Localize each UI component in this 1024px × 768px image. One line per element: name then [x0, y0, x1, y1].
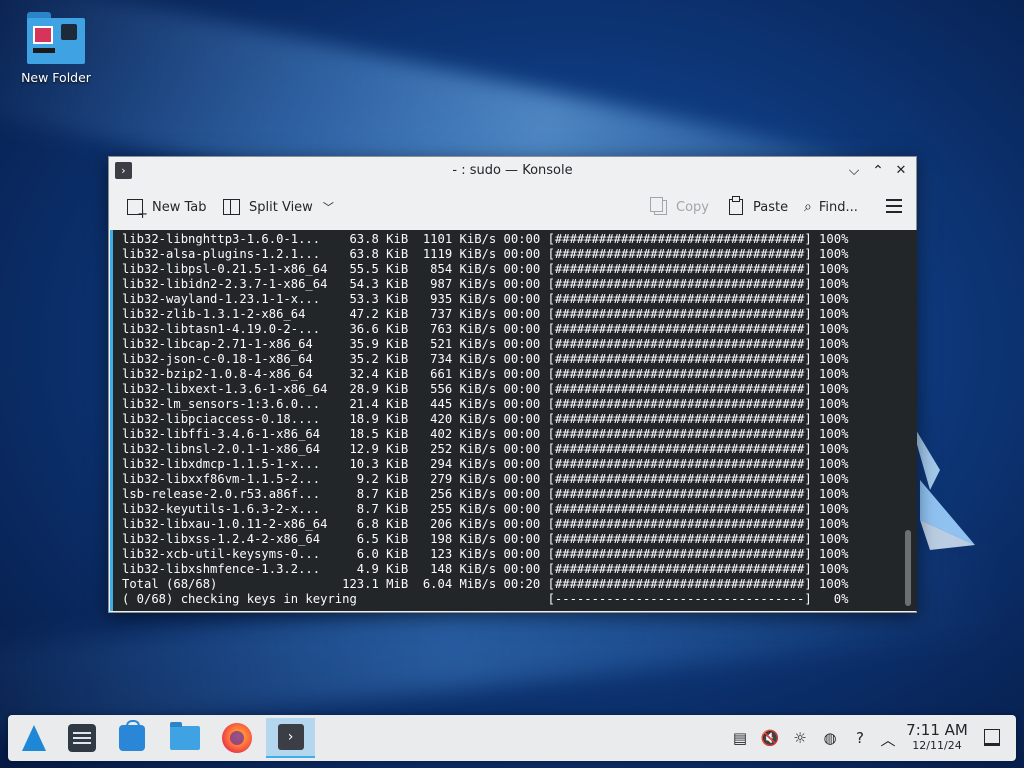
volume-muted-icon[interactable]: 🔇	[760, 729, 780, 747]
split-view-button[interactable]: Split View ﹀	[223, 197, 334, 217]
terminal-line: lib32-libidn2-2.3.7-1-x86_64 54.3 KiB 98…	[122, 277, 849, 291]
terminal-line: lib32-libxxf86vm-1.1.5-2... 9.2 KiB 279 …	[122, 472, 849, 486]
terminal-scrollbar[interactable]	[905, 530, 911, 606]
desktop-icon-label: New Folder	[21, 70, 91, 85]
terminal-line: Total (68/68) 123.1 MiB 6.04 MiB/s 00:20…	[122, 577, 849, 591]
new-tab-label: New Tab	[152, 199, 207, 215]
window-titlebar[interactable]: › - : sudo — Konsole ⌵ ⌃ ✕	[109, 157, 916, 185]
terminal-line: lib32-xcb-util-keysyms-0... 6.0 KiB 123 …	[122, 547, 849, 561]
konsole-window: › - : sudo — Konsole ⌵ ⌃ ✕ New Tab Split…	[108, 156, 917, 613]
terminal-line: lib32-libxext-1.3.6-1-x86_64 28.9 KiB 55…	[122, 382, 849, 396]
find-button[interactable]: ⌕ Find...	[804, 197, 858, 217]
terminal-line: lib32-libcap-2.71-1-x86_64 35.9 KiB 521 …	[122, 337, 849, 351]
taskbar-firefox[interactable]	[214, 718, 260, 758]
find-label: Find...	[818, 199, 858, 215]
taskbar-konsole[interactable]: ›	[266, 718, 315, 758]
window-title: - : sudo — Konsole	[452, 163, 573, 178]
minimize-button[interactable]: ⌵	[844, 161, 864, 181]
folder-icon	[27, 12, 85, 66]
taskbar-system-settings[interactable]	[59, 718, 105, 758]
terminal-line: lib32-libnghttp3-1.6.0-1... 63.8 KiB 110…	[122, 232, 849, 246]
terminal-line: lib32-libtasn1-4.19.0-2-... 36.6 KiB 763…	[122, 322, 849, 336]
terminal-line: lib32-keyutils-1.6.3-2-x... 8.7 KiB 255 …	[122, 502, 849, 516]
search-icon: ⌕	[804, 199, 812, 215]
terminal-line: lib32-json-c-0.18-1-x86_64 35.2 KiB 734 …	[122, 352, 849, 366]
copy-button[interactable]: Copy	[650, 196, 709, 217]
maximize-button[interactable]: ⌃	[868, 161, 888, 181]
show-desktop-icon[interactable]	[984, 729, 1000, 746]
taskbar-discover[interactable]	[109, 718, 155, 758]
discover-store-icon	[119, 720, 145, 751]
help-icon[interactable]: ?	[850, 729, 870, 747]
copy-icon	[650, 196, 667, 215]
network-icon[interactable]: ◍	[820, 729, 840, 747]
terminal-line: lib32-wayland-1.23.1-1-x... 53.3 KiB 935…	[122, 292, 849, 306]
clock-date: 12/11/24	[912, 739, 962, 752]
terminal-line: lib32-alsa-plugins-1.2.1... 63.8 KiB 111…	[122, 247, 849, 261]
terminal-line: lib32-libnsl-2.0.1-1-x86_64 12.9 KiB 252…	[122, 442, 849, 456]
terminal-line: lib32-libxss-1.2.4-2-x86_64 6.5 KiB 198 …	[122, 532, 849, 546]
terminal-line: lsb-release-2.0.r53.a86f... 8.7 KiB 256 …	[122, 487, 849, 501]
brightness-icon[interactable]: ☼	[790, 729, 810, 747]
terminal-line: lib32-libffi-3.4.6-1-x86_64 18.5 KiB 402…	[122, 427, 849, 441]
firefox-icon	[222, 723, 252, 753]
konsole-toolbar: New Tab Split View ﹀ Copy Paste ⌕ Find..…	[109, 185, 916, 229]
terminal-line: lib32-libxau-1.0.11-2-x86_64 6.8 KiB 206…	[122, 517, 849, 531]
application-launcher[interactable]	[11, 718, 57, 758]
terminal-line: lib32-libxdmcp-1.1.5-1-x... 10.3 KiB 294…	[122, 457, 849, 471]
terminal-line: lib32-libpsl-0.21.5-1-x86_64 55.5 KiB 85…	[122, 262, 849, 276]
clock-time: 7:11 AM	[906, 721, 968, 739]
terminal-line: lib32-lm_sensors-1:3.6.0... 21.4 KiB 445…	[122, 397, 849, 411]
copy-label: Copy	[676, 199, 709, 215]
digital-clock[interactable]: 7:11 AM 12/11/24	[904, 721, 970, 753]
konsole-icon: ›	[277, 724, 304, 750]
paste-button[interactable]: Paste	[729, 196, 789, 217]
hamburger-menu-icon[interactable]	[886, 199, 902, 217]
system-settings-icon	[68, 724, 96, 752]
taskbar: › ▤ 🔇 ☼ ◍ ? ︿ 7:11 AM 12/11/24	[8, 715, 1016, 761]
new-tab-icon	[127, 199, 148, 222]
close-button[interactable]: ✕	[891, 161, 911, 181]
split-view-label: Split View	[249, 199, 313, 215]
terminal-line: lib32-bzip2-1.0.8-4-x86_64 32.4 KiB 661 …	[122, 367, 849, 381]
chevron-up-icon[interactable]: ︿	[878, 729, 898, 750]
paste-icon	[729, 196, 743, 215]
clipboard-icon[interactable]: ▤	[730, 729, 750, 747]
terminal-line: lib32-zlib-1.3.1-2-x86_64 47.2 KiB 737 K…	[122, 307, 849, 321]
split-view-icon	[223, 199, 240, 215]
terminal-view[interactable]: lib32-libnghttp3-1.6.0-1... 63.8 KiB 110…	[110, 230, 917, 611]
terminal-line: lib32-libpciaccess-0.18.... 18.9 KiB 420…	[122, 412, 849, 426]
file-manager-icon	[170, 722, 200, 750]
new-tab-button[interactable]: New Tab	[127, 197, 207, 222]
arch-launcher-icon	[22, 725, 46, 751]
terminal-line: lib32-libxshmfence-1.3.2... 4.9 KiB 148 …	[122, 562, 849, 576]
paste-label: Paste	[753, 199, 789, 215]
terminal-output: lib32-libnghttp3-1.6.0-1... 63.8 KiB 110…	[122, 232, 848, 607]
chevron-down-icon: ﹀	[322, 201, 334, 214]
taskbar-dolphin[interactable]	[162, 718, 208, 758]
desktop-icon-new-folder[interactable]: New Folder	[16, 12, 96, 85]
terminal-line: ( 0/68) checking keys in keyring [------…	[122, 592, 849, 606]
